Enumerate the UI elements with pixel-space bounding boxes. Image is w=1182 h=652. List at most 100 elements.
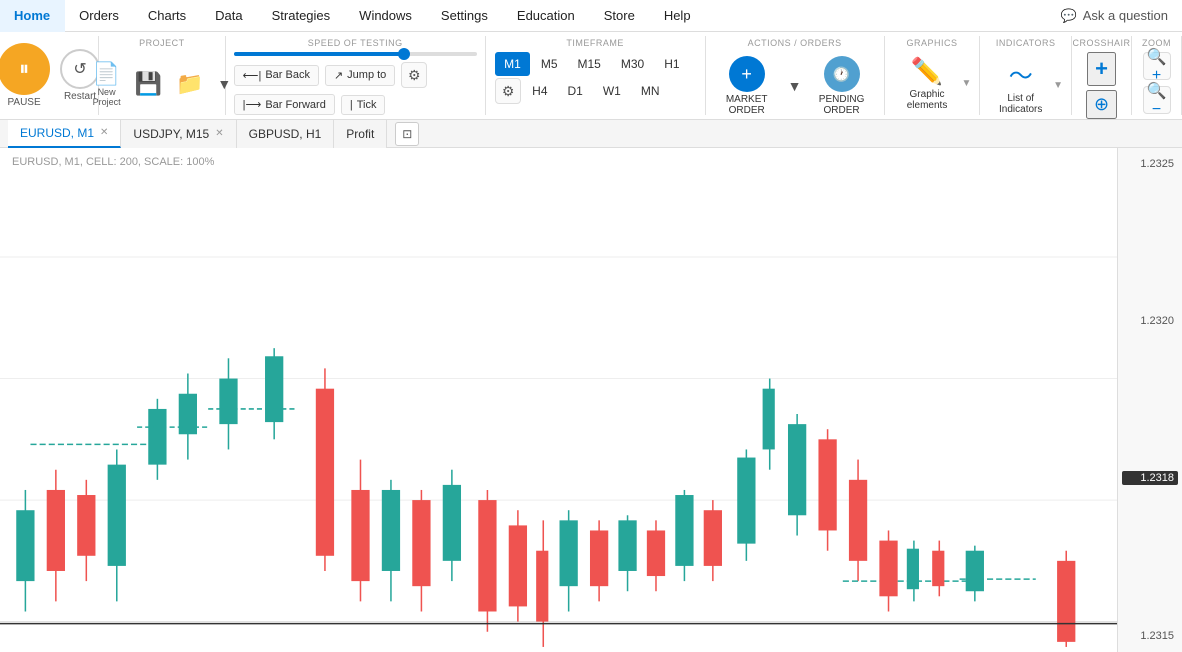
zoom-in-button[interactable]: 🔍+ bbox=[1143, 52, 1171, 80]
candlestick-chart bbox=[0, 176, 1117, 652]
timeframe-label: TIMEFRAME bbox=[566, 38, 624, 48]
nav-charts[interactable]: Charts bbox=[134, 0, 201, 32]
tf-m30[interactable]: M30 bbox=[612, 52, 653, 76]
chart-info: EURUSD, M1, CELL: 200, SCALE: 100% bbox=[12, 156, 214, 168]
timeframe-section: TIMEFRAME M1 M5 M15 M30 H1 ⚙ H4 D1 W1 MN bbox=[486, 36, 706, 115]
crosshair-move-button[interactable]: ⊕ bbox=[1086, 90, 1117, 119]
market-order-icon: + bbox=[729, 56, 765, 92]
tab-profit[interactable]: Profit bbox=[334, 120, 387, 148]
tf-m5[interactable]: M5 bbox=[532, 52, 567, 76]
price-mid: 1.2320 bbox=[1122, 315, 1178, 327]
zoom-in-icon: 🔍+ bbox=[1144, 47, 1170, 85]
price-top: 1.2325 bbox=[1122, 158, 1178, 170]
chart-tabs: EURUSD, M1 ✕ USDJPY, M15 ✕ GBPUSD, H1 Pr… bbox=[0, 120, 1182, 148]
pause-label: PAUSE bbox=[7, 97, 40, 108]
speed-label: SPEED OF TESTING bbox=[308, 38, 403, 48]
zoom-out-button[interactable]: 🔍− bbox=[1143, 86, 1171, 114]
popout-icon: ⊡ bbox=[402, 127, 412, 141]
tab-usdjpy-m15[interactable]: USDJPY, M15 ✕ bbox=[121, 120, 236, 148]
pending-order-icon: 🕐 bbox=[824, 56, 860, 92]
list-of-indicators-button[interactable]: 〜 List of Indicators bbox=[988, 52, 1053, 119]
tick-button[interactable]: | Tick bbox=[341, 95, 386, 115]
indicator-dropdown-arrow[interactable]: ▼ bbox=[1053, 80, 1063, 91]
pencil-icon: ✏️ bbox=[911, 56, 943, 87]
nav-orders[interactable]: Orders bbox=[65, 0, 134, 32]
top-navigation: Home Orders Charts Data Strategies Windo… bbox=[0, 0, 1182, 32]
market-order-button[interactable]: + MARKET ORDER bbox=[712, 52, 782, 120]
tf-m1[interactable]: M1 bbox=[495, 52, 530, 76]
save-icon: 💾 bbox=[135, 71, 162, 97]
speed-section: SPEED OF TESTING ⟵| Bar Back ↗ Jump to bbox=[226, 36, 486, 115]
timeframe-settings-button[interactable]: ⚙ bbox=[495, 78, 521, 104]
zoom-out-icon: 🔍− bbox=[1144, 81, 1170, 119]
tf-w1[interactable]: W1 bbox=[594, 79, 630, 103]
tick-icon: | bbox=[350, 99, 353, 111]
graphic-elements-button[interactable]: ✏️ Graphic elements bbox=[893, 52, 962, 115]
pause-icon: ⏸ bbox=[19, 58, 29, 81]
price-current: 1.2318 bbox=[1122, 471, 1178, 485]
price-scale: 1.2325 1.2320 1.2318 1.2315 bbox=[1117, 148, 1182, 652]
save-project-button[interactable]: 💾 bbox=[129, 67, 168, 101]
crosshair-plus-button[interactable]: + bbox=[1087, 52, 1116, 86]
crosshair-section: CROSSHAIR + ⊕ bbox=[1072, 36, 1132, 115]
graphic-dropdown-arrow[interactable]: ▼ bbox=[961, 78, 971, 89]
project-section: PROJECT 📄 NewProject 💾 📁 ▼ bbox=[99, 36, 226, 115]
tab-eurusd-m1[interactable]: EURUSD, M1 ✕ bbox=[8, 120, 121, 148]
bar-back-icon: ⟵| bbox=[243, 69, 262, 82]
crosshair-move-icon: ⊕ bbox=[1094, 94, 1109, 115]
nav-home[interactable]: Home bbox=[0, 0, 65, 32]
gear-icon: ⚙ bbox=[408, 67, 421, 84]
tf-h1[interactable]: H1 bbox=[655, 52, 688, 76]
nav-store[interactable]: Store bbox=[590, 0, 650, 32]
actions-dropdown[interactable]: ▼ bbox=[788, 73, 802, 99]
nav-settings[interactable]: Settings bbox=[427, 0, 503, 32]
nav-strategies[interactable]: Strategies bbox=[258, 0, 346, 32]
graphics-section: GRAPHICS ✏️ Graphic elements ▼ bbox=[885, 36, 981, 115]
pending-order-button[interactable]: 🕐 PENDING ORDER bbox=[806, 52, 878, 120]
indicator-wave-icon: 〜 bbox=[1009, 56, 1033, 91]
candles-container bbox=[0, 176, 1117, 652]
bar-forward-icon: |⟶ bbox=[243, 98, 262, 111]
graphics-label: GRAPHICS bbox=[906, 38, 957, 48]
tf-d1[interactable]: D1 bbox=[559, 79, 592, 103]
speed-settings-button[interactable]: ⚙ bbox=[401, 62, 427, 88]
new-project-icon: 📄 bbox=[93, 61, 120, 87]
price-bottom: 1.2315 bbox=[1122, 630, 1178, 642]
tab-gbpusd-h1[interactable]: GBPUSD, H1 bbox=[237, 120, 335, 148]
chart-area[interactable]: EURUSD, M1, CELL: 200, SCALE: 100% bbox=[0, 148, 1182, 652]
restart-icon: ↺ bbox=[73, 59, 86, 79]
speed-slider[interactable] bbox=[234, 52, 477, 56]
crosshair-icon: + bbox=[1095, 56, 1108, 82]
folder-icon: 📁 bbox=[176, 71, 203, 97]
new-project-button[interactable]: 📄 NewProject bbox=[87, 57, 127, 111]
jump-icon: ↗ bbox=[334, 69, 343, 82]
nav-windows[interactable]: Windows bbox=[345, 0, 427, 32]
close-tab-usdjpy[interactable]: ✕ bbox=[215, 128, 223, 139]
project-label: PROJECT bbox=[139, 38, 185, 48]
toolbar: ⏸ PAUSE ↺ Restart PROJECT 📄 NewProject 💾 bbox=[0, 32, 1182, 120]
actions-label: ACTIONS / ORDERS bbox=[748, 38, 842, 48]
main-content: EURUSD, M1 ✕ USDJPY, M15 ✕ GBPUSD, H1 Pr… bbox=[0, 120, 1182, 652]
tf-m15[interactable]: M15 bbox=[569, 52, 610, 76]
ask-question-button[interactable]: 💬 Ask a question bbox=[1047, 8, 1182, 24]
actions-section: ACTIONS / ORDERS + MARKET ORDER ▼ 🕐 PEND… bbox=[706, 36, 885, 115]
nav-data[interactable]: Data bbox=[201, 0, 257, 32]
crosshair-label: CROSSHAIR bbox=[1073, 38, 1131, 48]
jump-to-button[interactable]: ↗ Jump to bbox=[325, 65, 395, 86]
popout-button[interactable]: ⊡ bbox=[395, 122, 419, 146]
nav-help[interactable]: Help bbox=[650, 0, 706, 32]
zoom-section: ZOOM 🔍+ 🔍− bbox=[1132, 36, 1182, 115]
bar-forward-button[interactable]: |⟶ Bar Forward bbox=[234, 94, 335, 115]
playback-section: ⏸ PAUSE ↺ Restart bbox=[0, 36, 99, 115]
open-project-button[interactable]: 📁 bbox=[170, 67, 209, 101]
bar-back-button[interactable]: ⟵| Bar Back bbox=[234, 65, 319, 86]
tf-mn[interactable]: MN bbox=[632, 79, 669, 103]
indicators-section: INDICATORS 〜 List of Indicators ▼ bbox=[980, 36, 1072, 115]
pause-button[interactable]: ⏸ bbox=[0, 43, 50, 95]
gear-icon-tf: ⚙ bbox=[502, 83, 515, 100]
indicators-label: INDICATORS bbox=[996, 38, 1056, 48]
tf-h4[interactable]: H4 bbox=[523, 79, 556, 103]
nav-education[interactable]: Education bbox=[503, 0, 590, 32]
close-tab-eurusd[interactable]: ✕ bbox=[100, 127, 108, 138]
chat-icon: 💬 bbox=[1061, 8, 1077, 24]
